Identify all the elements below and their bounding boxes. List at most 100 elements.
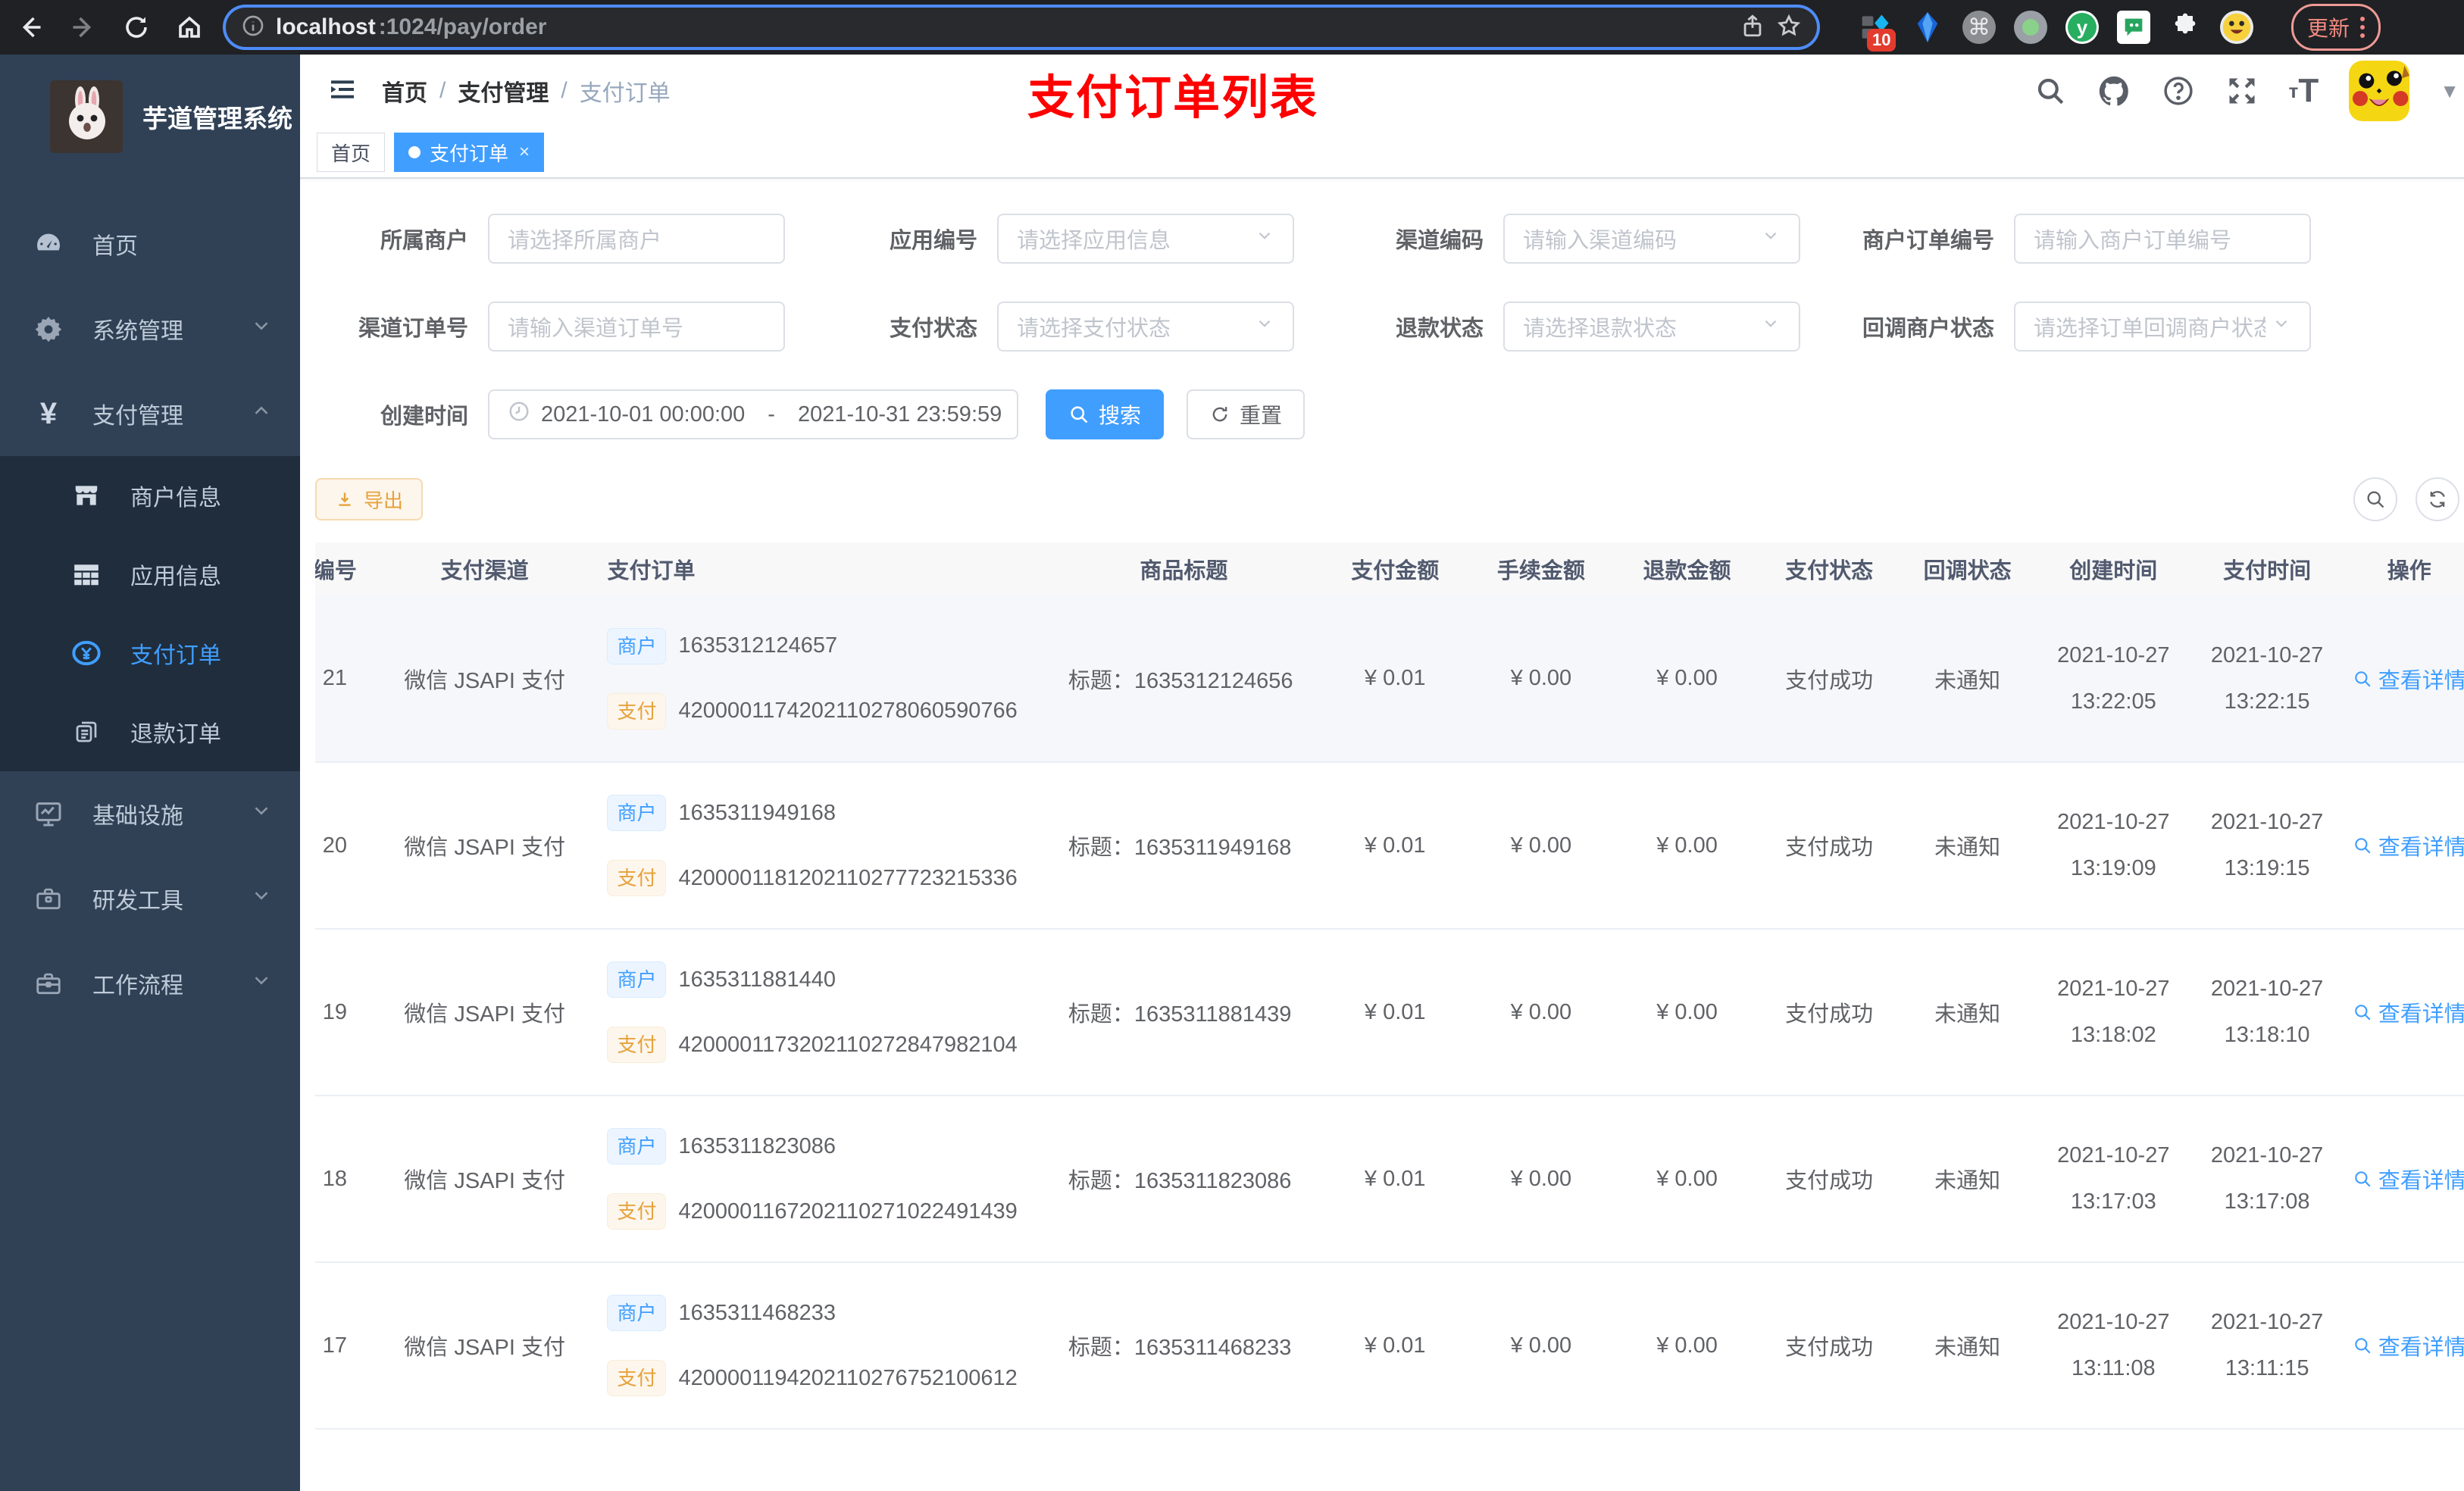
sidebar-item-app-info[interactable]: 应用信息: [0, 535, 300, 614]
sidebar-item-devtools[interactable]: 研发工具: [0, 856, 300, 941]
header-search-icon[interactable]: [2034, 75, 2066, 107]
browser-menu-icon[interactable]: [2360, 17, 2366, 38]
cell-notify-status: 未通知: [1898, 1262, 2037, 1430]
search-button[interactable]: 搜索: [1046, 389, 1165, 439]
breadcrumb: 首页 / 支付管理 / 支付订单: [382, 74, 671, 108]
forward-icon[interactable]: [67, 11, 100, 44]
ext-y-icon[interactable]: y: [2065, 11, 2099, 44]
chevron-down-icon: [250, 884, 273, 913]
table-row: 19 微信 JSAPI 支付 商户 1635311881440 支付 4200001…: [315, 929, 2464, 1096]
home-icon[interactable]: [173, 11, 206, 44]
sidebar-item-merchant-info[interactable]: 商户信息: [0, 456, 300, 535]
pay-tag: 支付: [607, 1193, 667, 1230]
extensions-tray: 10 ⌘ y: [1859, 11, 2253, 52]
cell-pay-status: 支付成功: [1759, 1096, 1899, 1263]
share-icon[interactable]: [1740, 13, 1765, 42]
bookmark-star-icon[interactable]: [1776, 13, 1802, 42]
sidebar-item-system[interactable]: 系统管理: [0, 286, 300, 371]
breadcrumb-pay[interactable]: 支付管理: [458, 74, 549, 108]
col-pay-status: 支付状态: [1759, 542, 1899, 595]
table-row: 20 微信 JSAPI 支付 商户 1635311949168 支付 4200001…: [315, 762, 2464, 930]
table-row: 21 微信 JSAPI 支付 商户 1635312124657 支付 4200001…: [315, 595, 2464, 763]
export-button[interactable]: 导出: [315, 478, 424, 520]
sidebar-item-infra[interactable]: 基础设施: [0, 771, 300, 856]
gear-icon: [32, 314, 65, 343]
cell-pay-order: 商户 1635311881440 支付 4200001173202110272847…: [584, 929, 1046, 1096]
pay-tag: 支付: [607, 1027, 667, 1063]
profile-emoji-icon[interactable]: [2220, 11, 2253, 44]
notify-status-select[interactable]: 请选择订单回调商户状态: [2014, 302, 2311, 352]
breadcrumb-home[interactable]: 首页: [382, 74, 427, 108]
briefcase-icon: [32, 969, 65, 998]
channel-order-no-input[interactable]: 请输入渠道订单号: [488, 302, 785, 352]
chevron-down-icon: [250, 969, 273, 998]
chevron-down-icon: [250, 799, 273, 828]
channel-pay-no: 4200001181202110277723215336: [678, 865, 1018, 890]
col-amount: 支付金额: [1321, 542, 1468, 595]
back-icon[interactable]: [14, 11, 47, 44]
sidebar-item-pay[interactable]: ¥ 支付管理: [0, 371, 300, 456]
sidebar-item-label: 基础设施: [92, 804, 183, 829]
user-avatar[interactable]: [2349, 61, 2410, 121]
github-icon[interactable]: [2097, 73, 2131, 108]
sidebar-collapse-icon[interactable]: [327, 74, 358, 108]
cell-channel: 微信 JSAPI 支付: [384, 1096, 585, 1263]
cell-create-time: 2021-10-27 13:11:08: [2036, 1262, 2190, 1430]
date-separator: -: [768, 402, 775, 427]
view-details-link[interactable]: 查看详情: [2353, 663, 2464, 695]
sidebar-item-home[interactable]: 首页: [0, 202, 300, 286]
cell-pay-time: 2021-10-27 13:22:15: [2190, 595, 2344, 763]
ext-diamond-icon[interactable]: 10: [1859, 11, 1896, 52]
site-info-icon[interactable]: [241, 14, 265, 42]
view-details-link[interactable]: 查看详情: [2353, 1330, 2464, 1361]
cell-id: 17: [315, 1262, 385, 1430]
font-size-icon[interactable]: тT: [2289, 72, 2319, 110]
merchant-order-no-input[interactable]: 请输入商户订单编号: [2014, 214, 2311, 264]
ext-chat-icon[interactable]: [2117, 11, 2150, 44]
col-channel: 支付渠道: [384, 542, 585, 595]
channel-pay-no: 4200001174202110278060590766: [678, 699, 1018, 723]
browser-update-button[interactable]: 更新: [2291, 4, 2381, 51]
avatar-caret-icon[interactable]: ▼: [2440, 80, 2459, 103]
toggle-search-button[interactable]: [2353, 477, 2397, 521]
help-icon[interactable]: [2162, 74, 2195, 108]
view-details-link[interactable]: 查看详情: [2353, 1163, 2464, 1195]
sidebar-item-refund-order[interactable]: 退款订单: [0, 692, 300, 771]
breadcrumb-current: 支付订单: [579, 81, 671, 106]
reload-icon[interactable]: [120, 11, 153, 44]
refresh-button[interactable]: [2416, 477, 2459, 521]
merchant-tag: 商户: [607, 1295, 667, 1331]
channel-code-select[interactable]: 请输入渠道编码: [1503, 214, 1800, 264]
pay-tag: 支付: [607, 692, 667, 730]
url-bar[interactable]: localhost:1024/pay/order: [226, 8, 1817, 47]
sidebar-item-workflow[interactable]: 工作流程: [0, 941, 300, 1026]
close-tab-icon[interactable]: ×: [519, 142, 530, 163]
view-details-link[interactable]: 查看详情: [2353, 996, 2464, 1028]
merchant-select[interactable]: 请选择所属商户: [488, 214, 785, 264]
date-range-picker[interactable]: 2021-10-01 00:00:00 - 2021-10-31 23:59:5…: [488, 389, 1018, 439]
view-details-link[interactable]: 查看详情: [2353, 830, 2464, 861]
url-path: :1024/pay/order: [378, 14, 547, 39]
pay-status-select[interactable]: 请选择支付状态: [997, 302, 1294, 352]
cell-actions: 查看详情: [2344, 1096, 2464, 1263]
date-start[interactable]: 2021-10-01 00:00:00: [541, 402, 745, 427]
extensions-puzzle-icon[interactable]: [2169, 11, 2202, 44]
refund-status-select[interactable]: 请选择退款状态: [1503, 302, 1800, 352]
filter-label: 所属商户: [380, 229, 468, 253]
fullscreen-icon[interactable]: [2225, 74, 2259, 108]
filter-label: 回调商户状态: [1862, 317, 1994, 341]
tab-home[interactable]: 首页: [317, 133, 386, 172]
url-host: localhost: [276, 14, 376, 39]
app-logo[interactable]: 芋道管理系统: [0, 55, 300, 179]
sidebar-item-pay-order[interactable]: 支付订单: [0, 614, 300, 692]
reset-button[interactable]: 重置: [1187, 389, 1305, 439]
ext-gem-icon[interactable]: [1911, 11, 1944, 44]
date-end[interactable]: 2021-10-31 23:59:59: [798, 402, 1002, 427]
tab-pay-order[interactable]: 支付订单 ×: [394, 133, 545, 172]
cell-refund: ¥ 0.00: [1614, 595, 1760, 763]
ext-dot-icon[interactable]: [2014, 11, 2047, 44]
ext-cmd-icon[interactable]: ⌘: [1962, 11, 1996, 44]
cell-pay-time: 2021-10-27 13:18:10: [2190, 929, 2344, 1096]
filter-label: 应用编号: [889, 229, 977, 253]
app-select[interactable]: 请选择应用信息: [997, 214, 1294, 264]
